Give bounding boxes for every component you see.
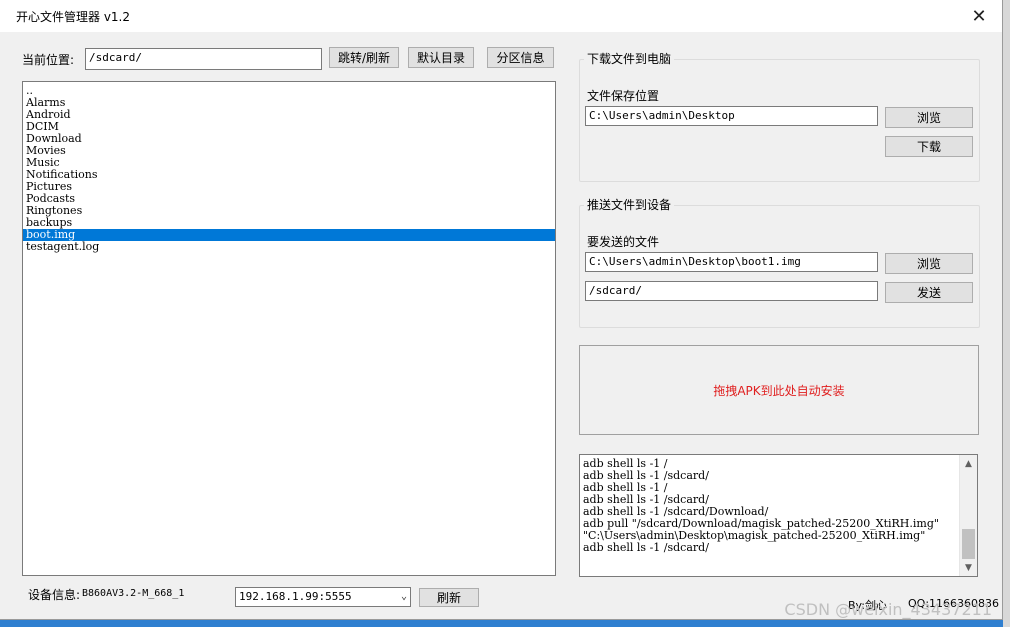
scroll-up-icon[interactable]: ▲	[960, 455, 977, 472]
log-line: adb shell ls -1 /sdcard/Download/	[583, 506, 769, 518]
jump-refresh-button[interactable]: 跳转/刷新	[329, 47, 399, 68]
list-item[interactable]: boot.img	[23, 229, 555, 241]
device-info-value: B860AV3.2-M_668_1	[82, 588, 185, 599]
list-item[interactable]: Movies	[23, 145, 555, 157]
device-refresh-button[interactable]: 刷新	[419, 588, 479, 607]
list-item[interactable]: Android	[23, 109, 555, 121]
drop-zone-text: 拖拽APK到此处自动安装	[713, 383, 845, 398]
push-group-title: 推送文件到设备	[584, 196, 675, 213]
save-path-input[interactable]: C:\Users\admin\Desktop	[585, 106, 878, 126]
chevron-down-icon[interactable]: ⌄	[401, 588, 407, 606]
csdn-watermark: CSDN @weixin_43437211	[784, 600, 992, 619]
location-label: 当前位置:	[22, 53, 75, 67]
device-address-select[interactable]: 192.168.1.99:5555 ⌄	[235, 587, 411, 607]
log-line: adb shell ls -1 /sdcard/	[583, 542, 709, 554]
download-group-title: 下载文件到电脑	[584, 50, 675, 67]
log-line: adb pull "/sdcard/Download/magisk_patche…	[583, 518, 939, 530]
list-item[interactable]: backups	[23, 217, 555, 229]
save-location-label: 文件保存位置	[587, 89, 660, 103]
location-input[interactable]: /sdcard/	[85, 48, 322, 70]
list-item[interactable]: Podcasts	[23, 193, 555, 205]
list-item[interactable]: DCIM	[23, 121, 555, 133]
log-line: adb shell ls -1 /sdcard/	[583, 470, 709, 482]
scroll-down-icon[interactable]: ▼	[960, 559, 977, 576]
scroll-thumb[interactable]	[962, 529, 975, 559]
default-directory-button[interactable]: 默认目录	[408, 47, 474, 68]
device-address-value: 192.168.1.99:5555	[239, 590, 352, 603]
close-icon[interactable]: ✕	[956, 0, 1002, 32]
window-title: 开心文件管理器 v1.2	[16, 10, 131, 24]
log-lines: adb shell ls -1 /adb shell ls -1 /sdcard…	[580, 458, 960, 554]
command-log[interactable]: adb shell ls -1 /adb shell ls -1 /sdcard…	[579, 454, 978, 577]
list-item[interactable]: Download	[23, 133, 555, 145]
desktop-background	[1003, 0, 1010, 627]
partition-info-button[interactable]: 分区信息	[487, 47, 554, 68]
file-to-send-label: 要发送的文件	[587, 235, 660, 249]
list-item[interactable]: Ringtones	[23, 205, 555, 217]
apk-drop-zone[interactable]: 拖拽APK到此处自动安装	[579, 345, 979, 435]
push-browse-button[interactable]: 浏览	[885, 253, 973, 274]
download-button[interactable]: 下载	[885, 136, 973, 157]
download-browse-button[interactable]: 浏览	[885, 107, 973, 128]
device-info-label: 设备信息:	[28, 588, 81, 602]
log-line: "C:\Users\admin\Desktop\magisk_patched-2…	[583, 530, 926, 542]
log-line: adb shell ls -1 /sdcard/	[583, 494, 709, 506]
send-button[interactable]: 发送	[885, 282, 973, 303]
app-window: 开心文件管理器 v1.2 ✕ 当前位置: /sdcard/ 跳转/刷新 默认目录…	[0, 0, 1003, 620]
list-item[interactable]: Notifications	[23, 169, 555, 181]
title-bar: 开心文件管理器 v1.2 ✕	[0, 0, 1002, 32]
list-item[interactable]: testagent.log	[23, 241, 555, 253]
list-item[interactable]: ..	[23, 85, 555, 97]
list-item[interactable]: Alarms	[23, 97, 555, 109]
log-scrollbar[interactable]: ▲ ▼	[959, 455, 977, 576]
log-line: adb shell ls -1 /	[583, 458, 668, 470]
file-list[interactable]: .. Alarms Android DCIM Download Movies Music No…	[22, 81, 556, 576]
push-file-input[interactable]: C:\Users\admin\Desktop\boot1.img	[585, 252, 878, 272]
list-item[interactable]: Music	[23, 157, 555, 169]
list-item[interactable]: Pictures	[23, 181, 555, 193]
log-line: adb shell ls -1 /	[583, 482, 668, 494]
push-target-input[interactable]: /sdcard/	[585, 281, 878, 301]
